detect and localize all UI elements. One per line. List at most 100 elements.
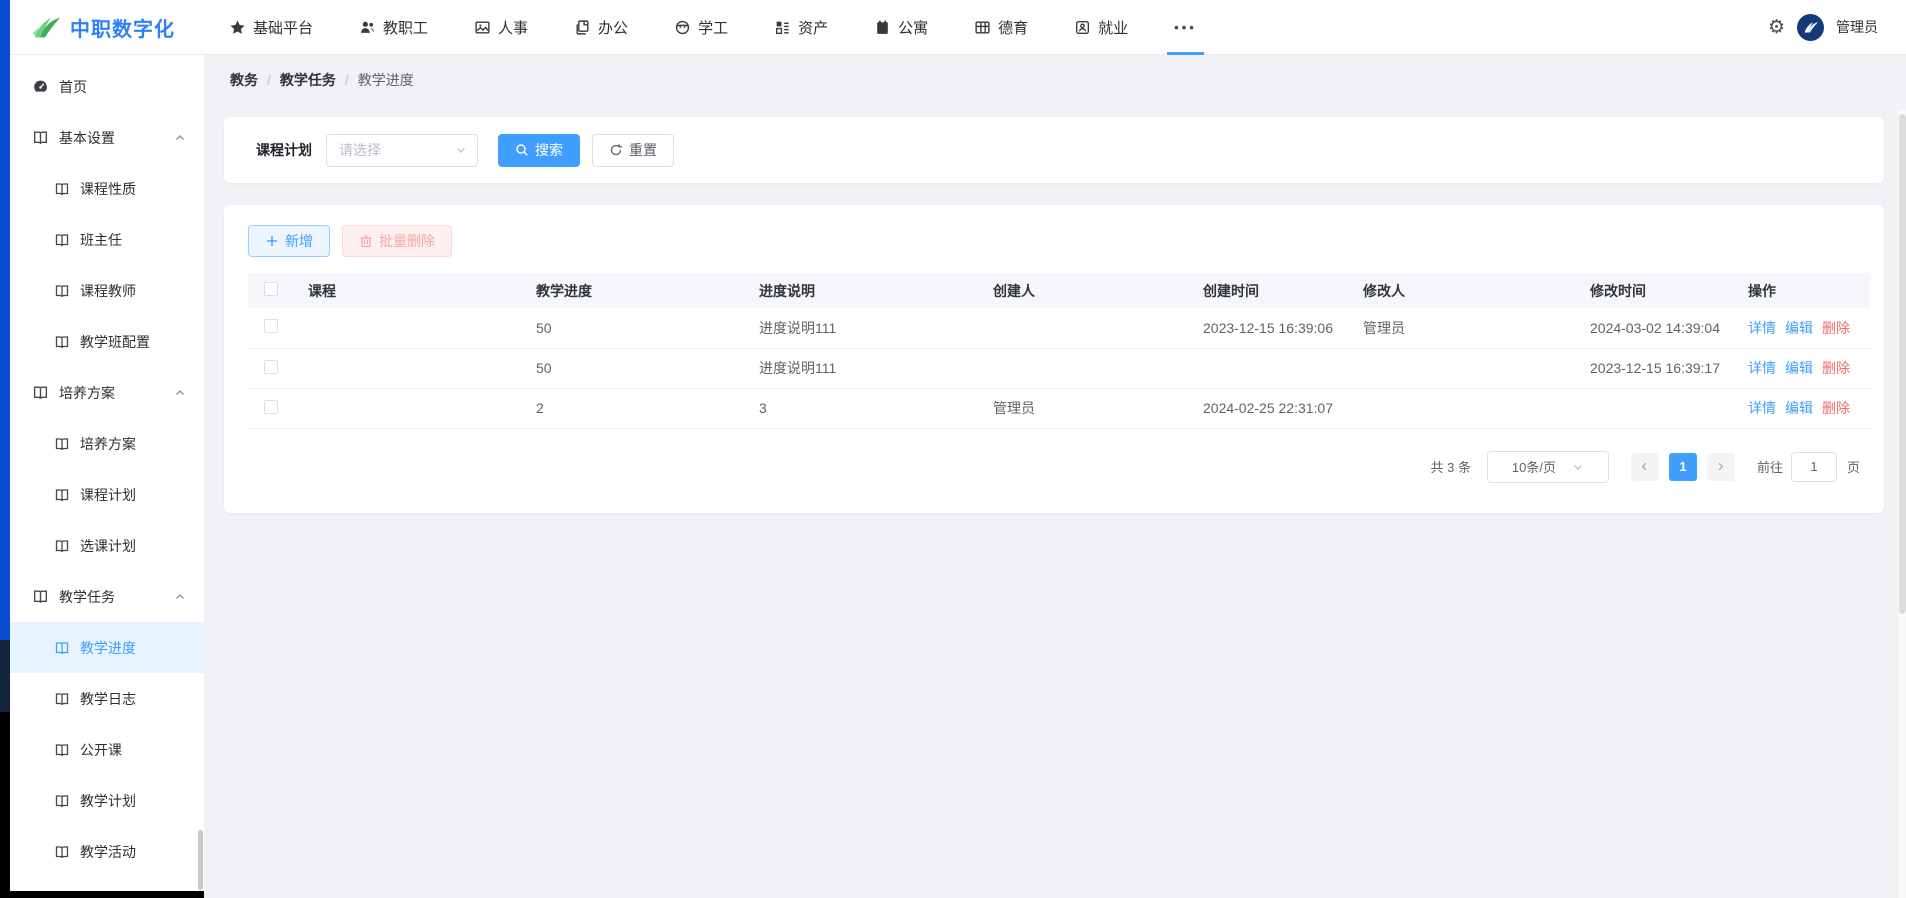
sidebar-item-培养方案[interactable]: 培养方案 (10, 418, 204, 469)
sidebar-item-选课计划[interactable]: 选课计划 (10, 520, 204, 571)
select-all-checkbox[interactable] (264, 282, 278, 296)
book-icon (54, 283, 70, 299)
row-checkbox[interactable] (264, 400, 278, 414)
reset-button[interactable]: 重置 (592, 134, 674, 167)
delete-link[interactable]: 删除 (1822, 320, 1850, 336)
sidebar-item-培养方案[interactable]: 培养方案 (10, 367, 204, 418)
sidebar-item-教学活动[interactable]: 教学活动 (10, 826, 204, 877)
topnav-item-notebook[interactable]: 公寓 (851, 0, 951, 55)
breadcrumb-item[interactable]: 教学任务 (280, 70, 336, 90)
search-icon (515, 143, 529, 157)
sidebar-item-课程计划[interactable]: 课程计划 (10, 469, 204, 520)
brand[interactable]: 中职数字化 (10, 13, 206, 42)
topnav-item-asset-list[interactable]: 资产 (751, 0, 851, 55)
book-icon (54, 334, 70, 350)
gear-icon[interactable]: ⚙ (1768, 18, 1785, 37)
table-toolbar: 新增 批量删除 (248, 225, 1860, 257)
course-plan-select[interactable]: 请选择 (326, 134, 478, 167)
sidebar-item-公开课[interactable]: 公开课 (10, 724, 204, 775)
sidebar-item-基本设置[interactable]: 基本设置 (10, 112, 204, 163)
table-cell: 进度说明111 (751, 308, 985, 348)
main-content: 教务/教学任务/教学进度 课程计划 请选择 搜索 (204, 55, 1906, 898)
page-size-select[interactable]: 10条/页 (1487, 451, 1609, 483)
table-cell (300, 348, 528, 388)
table-cell (300, 308, 528, 348)
edit-link[interactable]: 编辑 (1785, 320, 1813, 336)
documents-icon (574, 19, 591, 36)
prev-page-button[interactable] (1631, 453, 1659, 481)
topnav-item-label: 基础平台 (253, 17, 313, 38)
book-icon (54, 487, 70, 503)
sidebar-item-课程性质[interactable]: 课程性质 (10, 163, 204, 214)
page-size-value: 10条/页 (1512, 457, 1556, 476)
sidebar-item-班主任[interactable]: 班主任 (10, 214, 204, 265)
sidebar-scrollbar-thumb[interactable] (198, 830, 203, 890)
table-cell: 3 (751, 388, 985, 428)
sidebar-item-教学任务[interactable]: 教学任务 (10, 571, 204, 622)
sidebar-item-教学日志[interactable]: 教学日志 (10, 673, 204, 724)
sidebar-item-教学进度[interactable]: 教学进度 (10, 622, 204, 673)
sidebar-item-首页[interactable]: 首页 (10, 61, 204, 112)
current-user-name[interactable]: 管理员 (1836, 17, 1878, 37)
book-icon (32, 588, 49, 605)
column-header: 课程 (300, 273, 528, 308)
book-icon (54, 436, 70, 452)
detail-link[interactable]: 详情 (1748, 400, 1776, 416)
row-checkbox[interactable] (264, 319, 278, 333)
topnav-item-star[interactable]: 基础平台 (206, 0, 336, 55)
detail-link[interactable]: 详情 (1748, 320, 1776, 336)
table-row: 23管理员2024-02-25 22:31:07详情编辑删除 (248, 388, 1870, 428)
edit-link[interactable]: 编辑 (1785, 400, 1813, 416)
table-card: 新增 批量删除 课程教学进 (224, 205, 1884, 513)
sidebar-bottom-bar (0, 891, 204, 898)
top-bar: 中职数字化 基础平台 教职工人事办公学工资产公寓 德育 就业••• ⚙ 管理员 (10, 0, 1906, 55)
pagination-total: 共 3 条 (1431, 457, 1471, 476)
book-icon (54, 181, 70, 197)
goto-page-input[interactable] (1791, 452, 1837, 482)
topnav-item-student[interactable]: 学工 (651, 0, 751, 55)
edge-rail (0, 0, 10, 898)
topnav-item-picture[interactable]: 人事 (451, 0, 551, 55)
batch-delete-button[interactable]: 批量删除 (342, 225, 452, 257)
edit-link[interactable]: 编辑 (1785, 360, 1813, 376)
table-cell: 2 (528, 388, 751, 428)
sidebar-item-label: 培养方案 (80, 434, 136, 454)
table-row: 50进度说明1112023-12-15 16:39:06管理员2024-03-0… (248, 308, 1870, 348)
table-cell (1195, 348, 1355, 388)
add-button[interactable]: 新增 (248, 225, 330, 257)
filter-card: 课程计划 请选择 搜索 重置 (224, 117, 1884, 183)
notebook-icon (874, 19, 891, 36)
brand-title: 中职数字化 (70, 13, 175, 42)
topnav-item-grid[interactable]: 德育 (951, 0, 1051, 55)
star-icon (229, 19, 246, 36)
topnav-item-label: 德育 (998, 17, 1028, 38)
delete-link[interactable]: 删除 (1822, 400, 1850, 416)
delete-link[interactable]: 删除 (1822, 360, 1850, 376)
topnav-item-badge[interactable]: 就业 (1051, 0, 1151, 55)
main-scrollbar-thumb[interactable] (1899, 114, 1906, 614)
table-cell: 50 (528, 308, 751, 348)
topnav-item-documents[interactable]: 办公 (551, 0, 651, 55)
goto-label: 前往 (1757, 457, 1783, 476)
next-page-button[interactable] (1707, 453, 1735, 481)
picture-icon (474, 19, 491, 36)
detail-link[interactable]: 详情 (1748, 360, 1776, 376)
search-button[interactable]: 搜索 (498, 134, 580, 167)
page-number-1[interactable]: 1 (1669, 453, 1697, 481)
sidebar-item-教学班配置[interactable]: 教学班配置 (10, 316, 204, 367)
dashboard-icon (32, 78, 49, 95)
grid-icon (974, 19, 991, 36)
table-cell (300, 388, 528, 428)
topnav-item-more[interactable]: ••• (1151, 0, 1220, 55)
refresh-icon (609, 143, 623, 157)
book-icon (54, 844, 70, 860)
table-header-row: 课程教学进度进度说明创建人创建时间修改人修改时间操作 (248, 273, 1870, 308)
sidebar-item-课程教师[interactable]: 课程教师 (10, 265, 204, 316)
row-checkbox[interactable] (264, 360, 278, 374)
avatar[interactable] (1797, 14, 1824, 41)
chevron-up-icon (174, 132, 186, 144)
column-header: 进度说明 (751, 273, 985, 308)
topnav-item-users[interactable]: 教职工 (336, 0, 451, 55)
sidebar-item-教学计划[interactable]: 教学计划 (10, 775, 204, 826)
breadcrumb-item[interactable]: 教务 (230, 70, 258, 90)
